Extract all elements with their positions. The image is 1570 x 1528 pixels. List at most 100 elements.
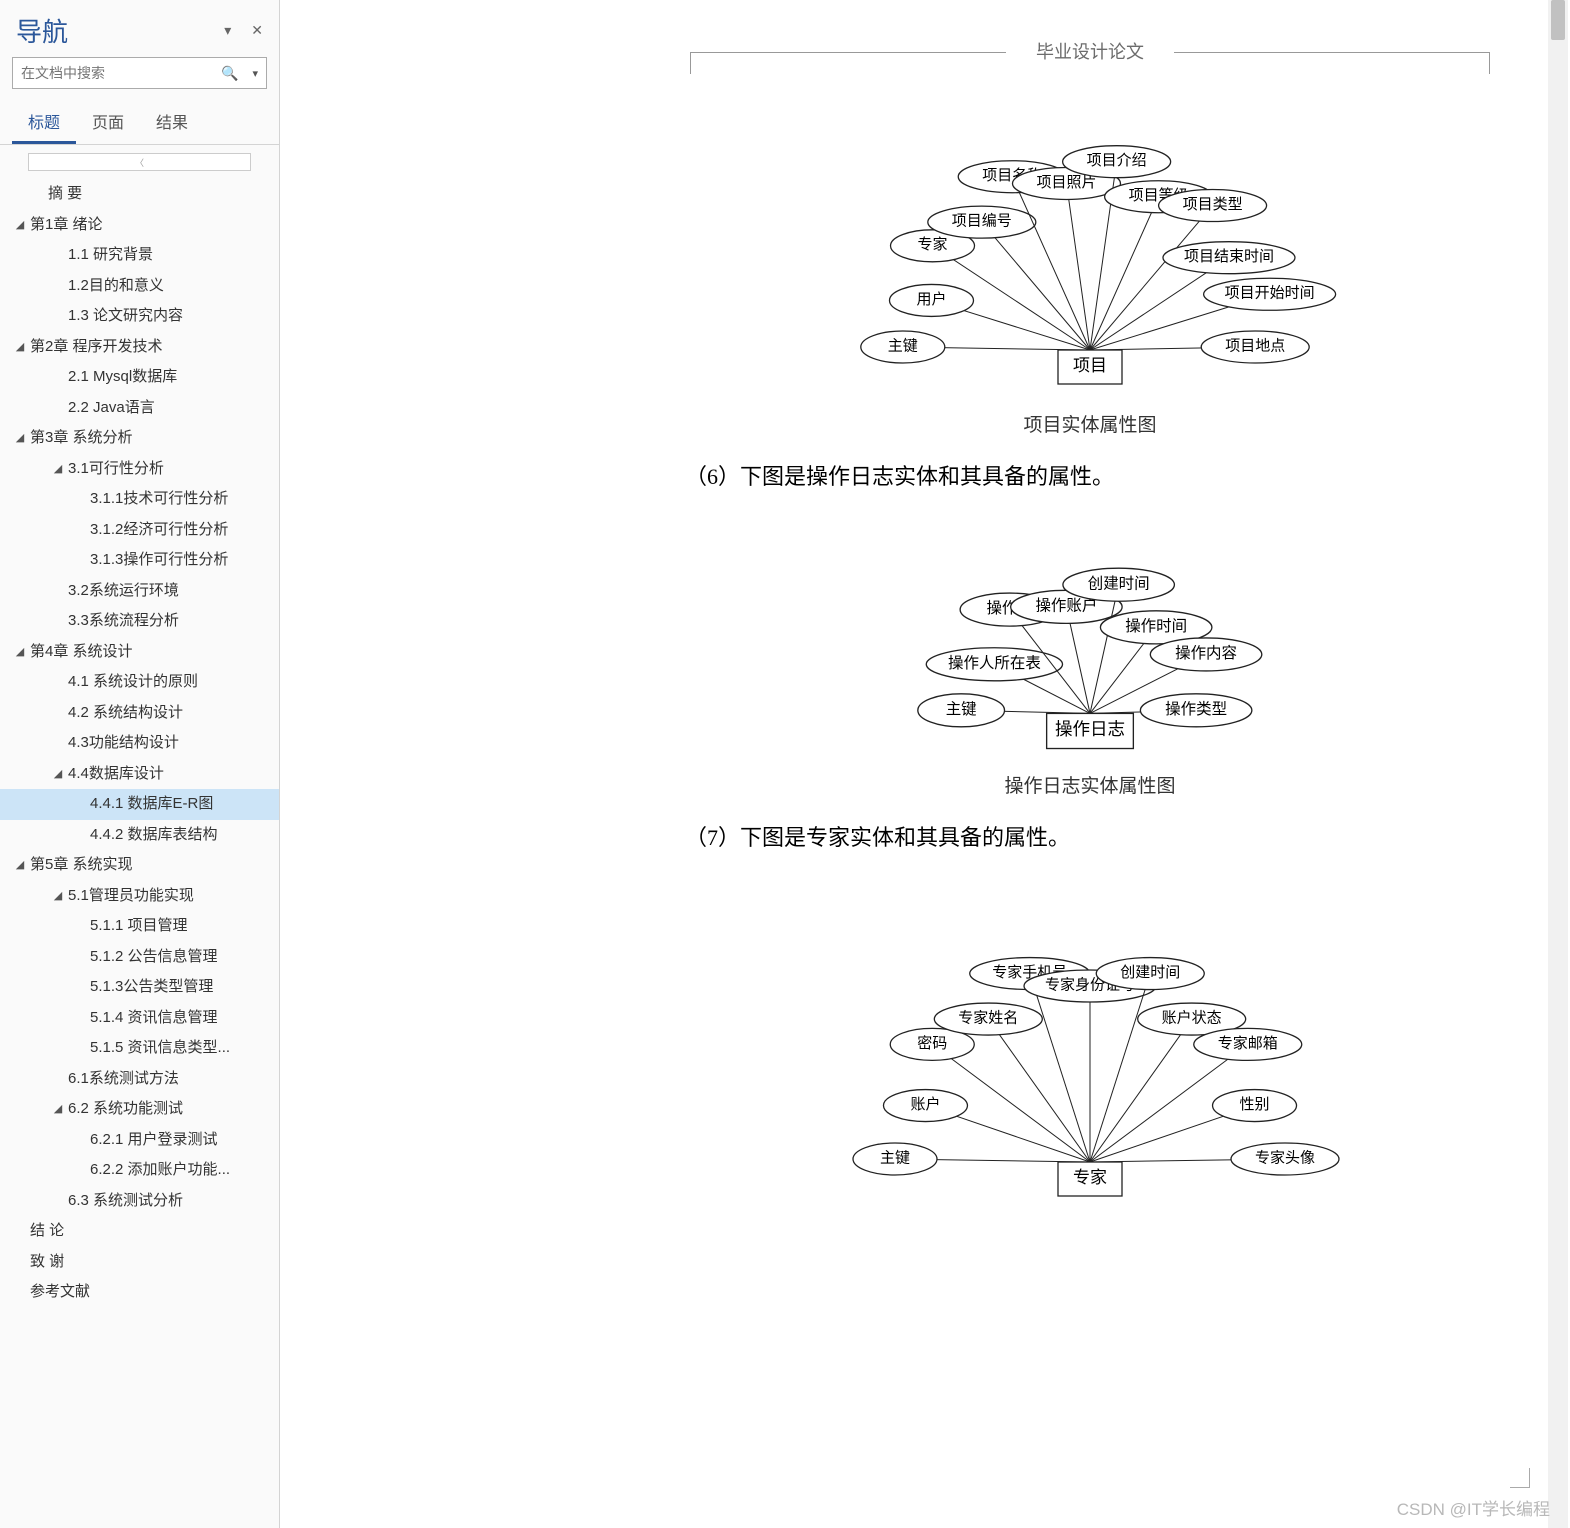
outline-twisty-icon[interactable]: ◢ bbox=[50, 461, 66, 478]
outline-label: 5.1.1 项目管理 bbox=[90, 915, 188, 938]
outline-label: 第4章 系统设计 bbox=[30, 641, 133, 664]
outline-label: 5.1.5 资讯信息类型... bbox=[90, 1037, 230, 1060]
outline-item[interactable]: ◢第5章 系统实现 bbox=[0, 850, 279, 881]
svg-text:项目类型: 项目类型 bbox=[1183, 196, 1243, 213]
svg-text:专家姓名: 专家姓名 bbox=[958, 1009, 1018, 1026]
outline-twisty-icon[interactable]: ◢ bbox=[50, 888, 66, 905]
outline-twisty-icon[interactable]: ◢ bbox=[12, 339, 28, 356]
outline-item[interactable]: 5.1.5 资讯信息类型... bbox=[0, 1033, 279, 1064]
tab-headings[interactable]: 标题 bbox=[12, 99, 76, 144]
outline-item[interactable]: ◢4.4数据库设计 bbox=[0, 759, 279, 790]
outline-label: 5.1管理员功能实现 bbox=[68, 885, 194, 908]
outline-item[interactable]: 4.1 系统设计的原则 bbox=[0, 667, 279, 698]
search-options-icon[interactable]: ▾ bbox=[244, 67, 266, 80]
outline-item[interactable]: 2.1 Mysql数据库 bbox=[0, 362, 279, 393]
outline-label: 致 谢 bbox=[30, 1251, 64, 1274]
outline-item[interactable]: 摘 要 bbox=[0, 179, 279, 210]
outline-label: 4.4.1 数据库E-R图 bbox=[90, 793, 213, 816]
outline-item[interactable]: 5.1.1 项目管理 bbox=[0, 911, 279, 942]
outline-label: 6.2.2 添加账户功能... bbox=[90, 1159, 230, 1182]
scroll-thumb[interactable] bbox=[1551, 0, 1565, 40]
outline-item[interactable]: 3.2系统运行环境 bbox=[0, 576, 279, 607]
svg-text:账户状态: 账户状态 bbox=[1162, 1009, 1222, 1026]
outline-item[interactable]: ◢6.2 系统功能测试 bbox=[0, 1094, 279, 1125]
outline-twisty-icon[interactable]: ◢ bbox=[12, 430, 28, 447]
outline-item[interactable]: 4.3功能结构设计 bbox=[0, 728, 279, 759]
outline-item[interactable]: 3.1.2经济可行性分析 bbox=[0, 515, 279, 546]
outline-item[interactable]: 致 谢 bbox=[0, 1247, 279, 1278]
outline-label: 6.3 系统测试分析 bbox=[68, 1190, 183, 1213]
outline-item[interactable]: 5.1.2 公告信息管理 bbox=[0, 942, 279, 973]
search-input[interactable] bbox=[13, 65, 215, 81]
collapse-handle[interactable]: 〈 bbox=[28, 153, 251, 171]
page-corner-mark bbox=[1510, 1468, 1530, 1488]
outline-item[interactable]: 3.1.1技术可行性分析 bbox=[0, 484, 279, 515]
svg-text:主键: 主键 bbox=[880, 1149, 910, 1166]
outline-twisty-icon[interactable]: ◢ bbox=[50, 1101, 66, 1118]
svg-text:创建时间: 创建时间 bbox=[1120, 964, 1180, 981]
nav-close-icon[interactable]: ✕ bbox=[251, 22, 263, 39]
svg-text:项目: 项目 bbox=[1073, 356, 1107, 375]
outline-label: 2.2 Java语言 bbox=[68, 397, 155, 420]
header-title: 毕业设计论文 bbox=[1006, 38, 1174, 64]
watermark: CSDN @IT学长编程 bbox=[1397, 1495, 1550, 1520]
outline-item[interactable]: 1.2目的和意义 bbox=[0, 271, 279, 302]
outline-label: 1.3 论文研究内容 bbox=[68, 305, 183, 328]
outline-twisty-icon[interactable]: ◢ bbox=[12, 217, 28, 234]
outline-twisty-icon[interactable]: ◢ bbox=[50, 766, 66, 783]
svg-text:主键: 主键 bbox=[946, 700, 977, 718]
svg-text:项目地点: 项目地点 bbox=[1225, 337, 1285, 354]
outline-item[interactable]: 结 论 bbox=[0, 1216, 279, 1247]
outline-item[interactable]: 1.3 论文研究内容 bbox=[0, 301, 279, 332]
outline-item[interactable]: 5.1.4 资讯信息管理 bbox=[0, 1003, 279, 1034]
outline-item[interactable]: ◢第2章 程序开发技术 bbox=[0, 332, 279, 363]
figure-caption: 项目实体属性图 bbox=[590, 410, 1570, 437]
svg-text:专家邮箱: 专家邮箱 bbox=[1218, 1035, 1278, 1052]
outline-item[interactable]: ◢第3章 系统分析 bbox=[0, 423, 279, 454]
search-icon[interactable]: 🔍 bbox=[215, 65, 244, 82]
outline-label: 1.1 研究背景 bbox=[68, 244, 153, 267]
outline-label: 4.3功能结构设计 bbox=[68, 732, 179, 755]
er-diagram-log: 主键操作人所在表操作表操作账户创建时间操作时间操作内容操作类型操作日志 bbox=[770, 511, 1410, 761]
outline-item[interactable]: 2.2 Java语言 bbox=[0, 393, 279, 424]
svg-text:专家: 专家 bbox=[918, 236, 948, 253]
outline-twisty-icon[interactable]: ◢ bbox=[12, 644, 28, 661]
outline-item[interactable]: ◢第4章 系统设计 bbox=[0, 637, 279, 668]
outline-label: 第3章 系统分析 bbox=[30, 427, 133, 450]
outline-item[interactable]: 6.2.2 添加账户功能... bbox=[0, 1155, 279, 1186]
outline-item[interactable]: 1.1 研究背景 bbox=[0, 240, 279, 271]
outline-item[interactable]: ◢5.1管理员功能实现 bbox=[0, 881, 279, 912]
search-box[interactable]: 🔍 ▾ bbox=[12, 57, 267, 89]
outline-twisty-icon[interactable]: ◢ bbox=[12, 857, 28, 874]
nav-title: 导航 bbox=[16, 12, 68, 49]
svg-text:专家头像: 专家头像 bbox=[1255, 1149, 1315, 1166]
svg-text:操作内容: 操作内容 bbox=[1175, 644, 1237, 662]
outline-item[interactable]: ◢第1章 绪论 bbox=[0, 210, 279, 241]
outline-label: 1.2目的和意义 bbox=[68, 275, 164, 298]
outline-item[interactable]: 4.4.2 数据库表结构 bbox=[0, 820, 279, 851]
vertical-scrollbar[interactable] bbox=[1548, 0, 1568, 1528]
outline-item[interactable]: 参考文献 bbox=[0, 1277, 279, 1308]
outline-label: 摘 要 bbox=[48, 183, 82, 206]
outline-item[interactable]: 4.2 系统结构设计 bbox=[0, 698, 279, 729]
outline-item[interactable]: 5.1.3公告类型管理 bbox=[0, 972, 279, 1003]
svg-text:操作人所在表: 操作人所在表 bbox=[948, 654, 1041, 672]
outline-item[interactable]: ◢3.1可行性分析 bbox=[0, 454, 279, 485]
outline-item[interactable]: 6.3 系统测试分析 bbox=[0, 1186, 279, 1217]
svg-text:密码: 密码 bbox=[917, 1035, 947, 1052]
outline-label: 结 论 bbox=[30, 1220, 64, 1243]
er-diagram-project: 主键用户专家项目编号项目名称项目照片项目介绍项目等级项目类型项目结束时间项目开始… bbox=[700, 70, 1480, 400]
tab-pages[interactable]: 页面 bbox=[76, 99, 140, 144]
outline-item[interactable]: 6.2.1 用户登录测试 bbox=[0, 1125, 279, 1156]
nav-dropdown-icon[interactable]: ▾ bbox=[224, 22, 231, 39]
outline-item[interactable]: 3.3系统流程分析 bbox=[0, 606, 279, 637]
svg-text:用户: 用户 bbox=[916, 291, 946, 308]
tab-results[interactable]: 结果 bbox=[140, 99, 204, 144]
paragraph: （6）下图是操作日志实体和其具备的属性。 bbox=[685, 459, 1570, 491]
outline-item[interactable]: 6.1系统测试方法 bbox=[0, 1064, 279, 1095]
outline-label: 3.1.1技术可行性分析 bbox=[90, 488, 228, 511]
outline-item[interactable]: 3.1.3操作可行性分析 bbox=[0, 545, 279, 576]
outline-item[interactable]: 4.4.1 数据库E-R图 bbox=[0, 789, 279, 820]
svg-text:项目照片: 项目照片 bbox=[1036, 174, 1096, 191]
outline-label: 第5章 系统实现 bbox=[30, 854, 133, 877]
